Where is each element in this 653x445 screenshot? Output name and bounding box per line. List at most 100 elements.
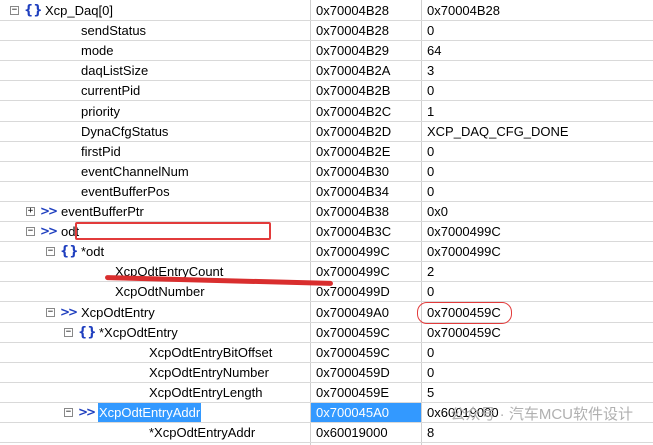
value-cell[interactable]: 0 — [422, 21, 653, 40]
name-cell: −{} Xcp_Daq[0] — [0, 1, 310, 20]
collapse-icon[interactable]: − — [10, 6, 19, 15]
address-cell: 0x7000459E — [316, 384, 390, 400]
tree-row[interactable]: firstPid 0x70004B2E 0 — [0, 142, 653, 162]
pointer-icon: >> — [78, 405, 96, 419]
value-cell[interactable]: 0x7000459C — [422, 323, 653, 342]
address-cell: 0x70004B2D — [316, 123, 392, 139]
name-cell: XcpOdtNumber — [0, 282, 310, 301]
tree-row[interactable]: −{} *odt 0x7000499C 0x7000499C — [0, 242, 653, 263]
tree-row[interactable]: currentPid 0x70004B2B 0 — [0, 81, 653, 102]
address-cell: 0x70004B29 — [316, 43, 390, 59]
variable-name: *XcpOdtEntry — [99, 324, 178, 340]
address-cell: 0x70004B2C — [316, 103, 392, 119]
name-cell: eventBufferPos — [0, 182, 310, 201]
address-cell: 0x7000459D — [316, 364, 390, 380]
value-cell[interactable]: 3 — [422, 61, 653, 80]
highlight-oval — [417, 302, 512, 324]
collapse-icon[interactable]: − — [64, 327, 73, 337]
address-cell: 0x70004B28 — [316, 23, 390, 39]
variable-name: XcpOdtEntryAddr — [98, 403, 202, 422]
tree-row[interactable]: −{} *XcpOdtEntry 0x7000459C 0x7000459C — [0, 323, 653, 343]
value-cell[interactable]: 0x0 — [422, 202, 653, 221]
address-cell: 0x70004B3C — [316, 224, 392, 240]
tree-row[interactable]: − >> XcpOdtEntry 0x700049A0 0x7000459C — [0, 303, 653, 323]
variable-name: daqListSize — [81, 63, 149, 79]
collapse-icon[interactable]: − — [46, 307, 55, 317]
tree-row[interactable]: eventBufferPos 0x70004B34 0 — [0, 182, 653, 202]
name-cell: XcpOdtEntryNumber — [0, 363, 310, 382]
variable-name: eventBufferPtr — [61, 204, 144, 219]
tree-row[interactable]: priority 0x70004B2C 1 — [0, 102, 653, 122]
collapse-icon[interactable]: − — [26, 227, 35, 237]
address-cell: 0x70004B34 — [316, 183, 390, 199]
address-cell: 0x700049A0 — [316, 304, 390, 320]
expand-icon[interactable]: + — [26, 207, 35, 216]
address-cell: 0x7000499C — [316, 244, 390, 260]
value-cell[interactable]: 0 — [422, 182, 653, 201]
variable-name: eventBufferPos — [81, 183, 170, 199]
address-cell: 0x60019000 — [316, 425, 388, 441]
variable-name: XcpOdtEntryBitOffset — [149, 344, 273, 360]
variable-name: XcpOdtEntryLength — [149, 384, 263, 400]
struct-icon: {} — [60, 244, 79, 260]
variable-name: eventChannelNum — [81, 163, 189, 179]
variable-name: currentPid — [81, 83, 141, 99]
name-cell: DynaCfgStatus — [0, 122, 310, 141]
variable-name: XcpOdtNumber — [115, 284, 205, 300]
value-cell[interactable]: 0x70004B28 — [422, 1, 653, 20]
variable-name: priority — [81, 103, 121, 119]
tree-row[interactable]: XcpOdtEntryLength 0x7000459E 5 — [0, 383, 653, 403]
value-cell[interactable]: 0x7000499C — [422, 242, 653, 261]
value-cell[interactable]: XCP_DAQ_CFG_DONE — [422, 122, 653, 141]
value-cell[interactable]: 0 — [422, 162, 653, 181]
value-cell[interactable]: 5 — [422, 383, 653, 402]
tree-row[interactable]: DynaCfgStatus 0x70004B2D XCP_DAQ_CFG_DONE — [0, 122, 653, 142]
name-cell: firstPid — [0, 142, 310, 161]
value-cell[interactable]: 0x7000499C — [422, 222, 653, 241]
address-cell: 0x70004B2B — [316, 83, 391, 99]
tree-row[interactable]: daqListSize 0x70004B2A 3 — [0, 61, 653, 82]
watermark: 公众号 · 汽车MCU软件设计 — [450, 406, 634, 423]
tree-row[interactable]: XcpOdtEntryCount 0x7000499C 2 — [0, 262, 653, 283]
value-cell[interactable]: 0 — [422, 363, 653, 382]
struct-icon: {} — [78, 324, 97, 340]
name-cell: eventChannelNum — [0, 162, 310, 181]
name-cell: −{} *odt — [0, 242, 310, 261]
tree-row[interactable]: sendStatus 0x70004B28 0 — [0, 21, 653, 42]
name-cell: XcpOdtEntryLength — [0, 383, 310, 402]
address-cell: 0x7000459C — [316, 344, 390, 360]
collapse-icon[interactable]: − — [64, 408, 73, 417]
collapse-icon[interactable]: − — [46, 247, 55, 257]
value-cell[interactable]: 0 — [422, 343, 653, 362]
value-cell[interactable]: 8 — [422, 423, 653, 442]
address-cell: 0x70004B30 — [316, 163, 390, 179]
address-cell: 0x70004B38 — [316, 204, 390, 219]
tree-row[interactable]: + >> eventBufferPtr 0x70004B38 0x0 — [0, 202, 653, 222]
tree-row[interactable]: −{} Xcp_Daq[0] 0x70004B28 0x70004B28 — [0, 1, 653, 21]
name-cell: priority — [0, 102, 310, 121]
name-cell: *XcpOdtEntryAddr — [0, 423, 310, 442]
tree-row[interactable]: mode 0x70004B29 64 — [0, 41, 653, 62]
name-cell: − >> XcpOdtEntryAddr — [0, 403, 310, 422]
pointer-icon: >> — [60, 304, 78, 319]
value-cell[interactable]: 64 — [422, 41, 653, 60]
variable-name: XcpOdtEntry — [81, 304, 155, 320]
tree-row[interactable]: *XcpOdtEntryAddr 0x60019000 8 — [0, 423, 653, 444]
address-cell: 0x70004B2A — [316, 63, 391, 79]
pointer-icon: >> — [40, 224, 58, 239]
name-cell: sendStatus — [0, 21, 310, 40]
value-cell[interactable]: 0 — [422, 142, 653, 161]
name-cell: currentPid — [0, 81, 310, 100]
value-cell[interactable]: 1 — [422, 102, 653, 121]
value-cell[interactable]: 0 — [422, 81, 653, 100]
tree-row[interactable]: XcpOdtEntryNumber 0x7000459D 0 — [0, 363, 653, 383]
address-cell: 0x7000459C — [316, 324, 390, 340]
value-cell[interactable]: 2 — [422, 262, 653, 281]
value-cell[interactable]: 0 — [422, 282, 653, 301]
address-cell: 0x7000499C — [316, 264, 390, 280]
tree-row[interactable]: eventChannelNum 0x70004B30 0 — [0, 162, 653, 182]
variable-name: Xcp_Daq[0] — [45, 3, 113, 18]
variable-name: mode — [81, 43, 114, 59]
address-cell: 0x70004B28 — [316, 3, 390, 18]
tree-row[interactable]: XcpOdtEntryBitOffset 0x7000459C 0 — [0, 343, 653, 363]
